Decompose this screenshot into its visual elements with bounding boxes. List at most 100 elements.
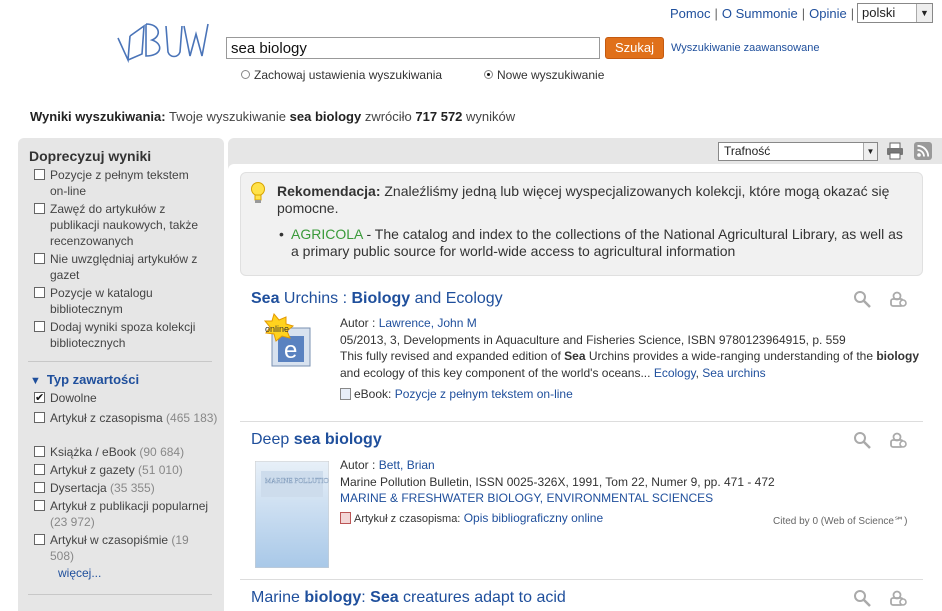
ebook-icon [340,388,351,400]
cover-title: MARINE POLLUTION BULLETIN [265,477,329,485]
content-type-count: (465 183) [166,411,218,425]
content-type-text: Artykuł z gazety (51 010) [50,462,224,478]
cited-by[interactable]: Cited by 0 (Web of Science℠) [773,516,908,527]
checkbox-icon [34,321,45,332]
results-summary-prefix: Twoje wyszukiwanie [168,109,287,124]
checkbox-icon [34,253,45,264]
new-search-radio[interactable]: Nowe wyszukiwanie [484,68,604,82]
content-type-toggle[interactable]: ▼ Typ zawartości [30,372,139,387]
title-text: Marine [251,589,305,606]
citation-online-link[interactable]: Opis bibliograficzny online [464,511,603,525]
refine-option-label: Zawęź do artykułów z publikacji naukowyc… [50,202,199,248]
refine-fulltext-checkbox[interactable]: Pozycje z pełnym tekstem on-line [34,167,224,199]
content-type-book-checkbox[interactable]: Książka / eBook (90 684) [34,444,224,460]
language-select[interactable]: polski ▼ [857,3,933,23]
format-line: Artykuł z czasopisma: Opis bibliograficz… [340,511,603,525]
content-type-popular-checkbox[interactable]: Artykuł z publikacji popularnej (23 972) [34,498,224,530]
snippet: This fully revised and expanded edition … [340,349,920,380]
preview-magnifier-icon[interactable] [852,589,872,607]
journal-cover[interactable]: MARINE POLLUTION BULLETIN [255,461,329,568]
save-folder-icon[interactable] [888,290,908,308]
title-highlight: Biology [351,290,411,307]
title-text: : [361,589,371,606]
subject-link[interactable]: MARINE & FRESHWATER BIOLOGY, ENVIRONMENT… [340,490,860,507]
result-title-link[interactable]: Sea Urchins : Biology and Ecology [251,290,503,308]
results-summary: Wyniki wyszukiwania: Twoje wyszukiwanie … [30,109,515,124]
checkbox-icon [34,464,45,475]
lightbulb-icon [251,182,265,203]
title-text: and Ecology [410,290,503,307]
snippet-text: Urchins provides a wide-ranging understa… [585,349,877,363]
about-link[interactable]: O Summonie [722,6,798,21]
source-line: Marine Pollution Bulletin, ISSN 0025-326… [340,474,775,489]
keep-settings-label: Zachowaj ustawienia wyszukiwania [254,68,443,82]
save-folder-icon[interactable] [888,431,908,449]
recommendation-box: Rekomendacja: Znaleźliśmy jedną lub więc… [240,172,923,276]
preview-magnifier-icon[interactable] [852,290,872,308]
content-type-label: Artykuł z gazety [50,463,135,477]
refine-sidebar: Doprecyzuj wyniki Pozycje z pełnym tekst… [18,138,224,611]
author-line: Autor : Lawrence, John M [340,315,920,332]
author-line: Autor : Bett, Brian [340,457,860,474]
sort-select[interactable]: Trafność ▼ [718,142,878,161]
refine-scholarly-checkbox[interactable]: Zawęź do artykułów z publikacji naukowyc… [34,201,224,249]
recommendation-item-description: - The catalog and index to the collectio… [291,226,903,259]
result-title-link[interactable]: Deep sea biology [251,431,382,449]
results-summary-middle: zwróciło [364,109,412,124]
advanced-search-link[interactable]: Wyszukiwanie zaawansowane [671,42,819,54]
content-type-any-checkbox[interactable]: Dowolne [34,390,224,406]
agricola-link[interactable]: AGRICOLA [291,226,363,242]
search-button[interactable]: Szukaj [605,37,664,59]
author-link[interactable]: Bett, Brian [379,458,435,472]
content-type-journal-checkbox[interactable]: Artykuł z czasopisma (465 183) [34,410,224,426]
snippet-text: and ecology of this key component of the… [340,365,654,380]
nav-separator: | [850,6,855,21]
divider [28,361,212,362]
content-type-newspaper-checkbox[interactable]: Artykuł z gazety (51 010) [34,462,224,478]
fulltext-link[interactable]: Pozycje z pełnym tekstem on-line [395,387,573,401]
checkbox-icon [34,169,45,180]
title-text: Deep [251,431,294,448]
checkbox-icon [34,203,45,214]
subject-link[interactable]: Ecology [654,366,696,380]
results-area: Trafność ▼ Rekomendacja: Znaleźliśmy jed… [228,138,942,611]
ebook-cover[interactable]: e online [254,312,314,368]
subject-link[interactable]: Sea urchins [702,366,765,380]
recommendation-label: Rekomendacja: [277,183,381,199]
refine-beyond-collection-checkbox[interactable]: Dodaj wyniki spoza kolekcji biblioteczny… [34,319,224,351]
author-link[interactable]: Lawrence, John M [379,316,477,330]
content-type-label: Artykuł z czasopisma [50,411,163,425]
checkbox-icon [34,500,45,511]
bullet: • [279,226,284,242]
sort-value: Trafność [724,144,771,158]
divider [28,594,212,595]
checkbox-icon [34,534,45,545]
online-badge: online [265,324,289,334]
radio-selected-icon [484,70,493,79]
result-metadata: Autor : Lawrence, John M 05/2013, 3, Dev… [340,315,920,381]
refine-catalog-checkbox[interactable]: Pozycje w katalogu bibliotecznym [34,285,224,317]
rss-icon[interactable] [914,142,932,160]
new-search-label: Nowe wyszukiwanie [497,68,605,82]
help-link[interactable]: Pomoc [670,6,710,21]
search-input[interactable] [226,37,600,59]
refine-title: Doprecyzuj wyniki [29,148,152,164]
refine-option-label: Nie uwzględniaj artykułów z gazet [50,252,198,282]
result-title-link[interactable]: Marine biology: Sea creatures adapt to a… [251,589,566,607]
top-nav: Pomoc | O Summonie | Opinie | [670,6,858,21]
content-type-dissertation-checkbox[interactable]: Dysertacja (35 355) [34,480,224,496]
format-label: Artykuł z czasopisma: [354,513,461,525]
save-folder-icon[interactable] [888,589,908,607]
title-highlight: sea biology [293,431,382,448]
preview-magnifier-icon[interactable] [852,431,872,449]
checkbox-icon [34,482,45,493]
content-type-magazine-checkbox[interactable]: Artykuł w czasopiśmie (19 508) [34,532,224,564]
result-divider [240,579,923,580]
keep-settings-radio[interactable]: Zachowaj ustawienia wyszukiwania [241,68,442,82]
svg-text:e: e [284,337,297,364]
print-icon[interactable] [886,142,904,160]
refine-exclude-newspapers-checkbox[interactable]: Nie uwzględniaj artykułów z gazet [34,251,224,283]
more-content-types-link[interactable]: więcej... [58,566,101,580]
result-divider [240,421,923,422]
feedback-link[interactable]: Opinie [809,6,847,21]
